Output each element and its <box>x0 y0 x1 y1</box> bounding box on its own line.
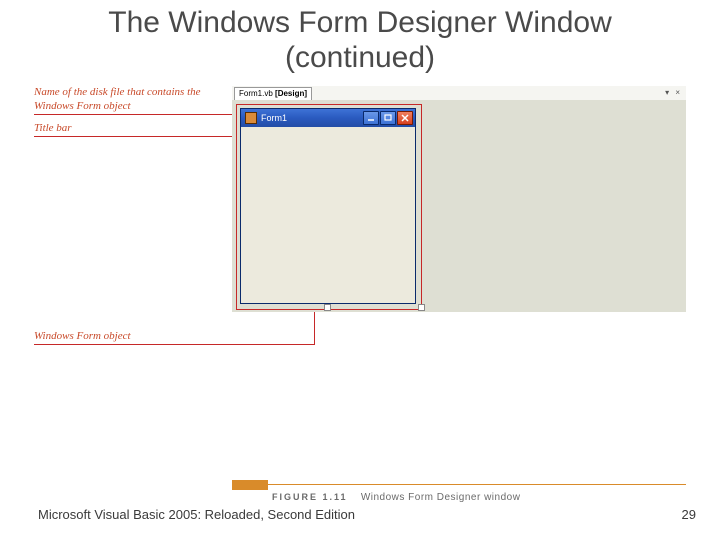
tab-overflow-close-icons[interactable]: ▾ × <box>665 88 682 97</box>
callout-line <box>34 136 240 137</box>
minimize-button[interactable] <box>363 111 379 125</box>
figure-area: Name of the disk file that contains the … <box>34 86 686 492</box>
document-tab-suffix: [Design] <box>275 89 307 98</box>
maximize-button[interactable] <box>380 111 396 125</box>
annotation-title-bar: Title bar <box>34 122 72 136</box>
close-icon <box>400 113 410 123</box>
form1-title-text: Form1 <box>261 113 287 123</box>
minimize-icon <box>366 113 376 123</box>
footer-page-number: 29 <box>682 507 696 522</box>
figure-caption-bar: FIGURE 1.11 Windows Form Designer window <box>232 480 686 496</box>
slide-title-line2: (continued) <box>285 41 435 74</box>
resize-handle-bottom-right-corner[interactable] <box>418 304 425 311</box>
caption-accent-block <box>232 480 268 490</box>
document-tab-bar: Form1.vb [Design] ▾ × <box>232 86 686 101</box>
slide-title: The Windows Form Designer Window (contin… <box>0 6 720 75</box>
figure-caption-text: Windows Form Designer window <box>361 492 521 503</box>
slide-title-line1: The Windows Form Designer Window <box>108 6 611 39</box>
maximize-icon <box>383 113 393 123</box>
resize-handle-bottom-right[interactable] <box>324 304 331 311</box>
figure-number: FIGURE 1.11 <box>272 492 348 502</box>
annotation-form-object: Windows Form object <box>34 330 131 344</box>
callout-line <box>34 114 234 115</box>
annotation-disk-file: Name of the disk file that contains the … <box>34 86 224 114</box>
form1-titlebar[interactable]: Form1 <box>241 109 415 127</box>
caption-rule <box>268 484 686 485</box>
footer-book-title: Microsoft Visual Basic 2005: Reloaded, S… <box>38 507 355 522</box>
document-tab-filename: Form1.vb <box>239 89 273 98</box>
close-button[interactable] <box>397 111 413 125</box>
form-app-icon <box>245 112 257 124</box>
form1-window[interactable]: Form1 <box>240 108 416 304</box>
figure-caption: FIGURE 1.11 Windows Form Designer window <box>272 492 520 503</box>
callout-line <box>34 344 314 345</box>
